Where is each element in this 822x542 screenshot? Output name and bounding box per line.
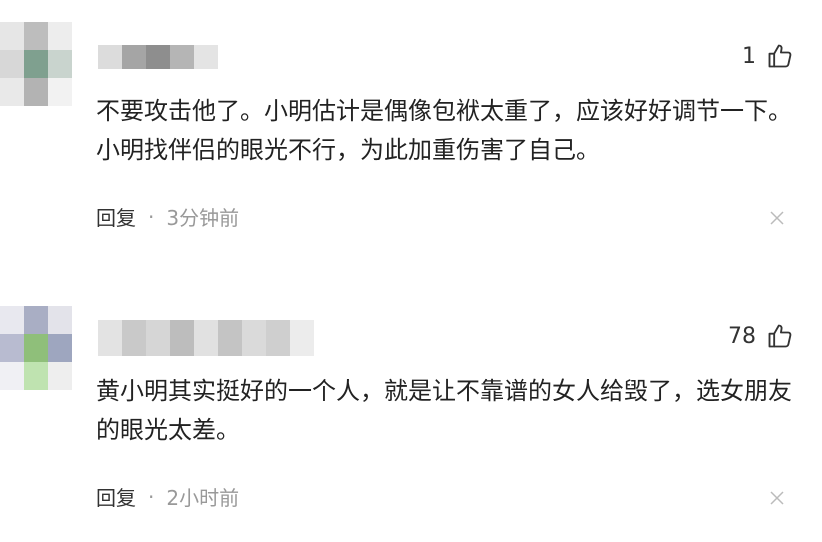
reply-button[interactable]: 回复 <box>96 482 136 511</box>
avatar[interactable] <box>0 22 72 106</box>
comment-item: 78 黄小明其实挺好的一个人，就是让不靠谱的女人给毁了，选女朋友的眼光太差。 回… <box>0 280 822 542</box>
avatar[interactable] <box>0 306 72 390</box>
username-blurred[interactable] <box>98 45 218 69</box>
close-icon[interactable] <box>768 489 786 507</box>
separator-dot: · <box>148 204 155 229</box>
timestamp: 2小时前 <box>166 486 240 510</box>
comment-item: 1 不要攻击他了。小明估计是偶像包袱太重了，应该好好调节一下。小明找伴侣的眼光不… <box>0 0 822 270</box>
comment-text: 不要攻击他了。小明估计是偶像包袱太重了，应该好好调节一下。小明找伴侣的眼光不行，… <box>96 97 792 164</box>
comment-text: 黄小明其实挺好的一个人，就是让不靠谱的女人给毁了，选女朋友的眼光太差。 <box>96 377 792 444</box>
thumbs-up-icon[interactable] <box>766 42 794 70</box>
reply-button[interactable]: 回复 <box>96 202 136 231</box>
like-count: 78 <box>728 323 756 349</box>
close-icon[interactable] <box>768 209 786 227</box>
like-area[interactable]: 1 <box>742 42 794 70</box>
comment-meta: 回复 · 2小时前 <box>96 482 239 511</box>
comment-meta: 回复 · 3分钟前 <box>96 202 239 231</box>
separator-dot: · <box>148 484 155 509</box>
timestamp: 3分钟前 <box>166 206 240 230</box>
like-count: 1 <box>742 43 756 69</box>
like-area[interactable]: 78 <box>728 322 794 350</box>
thumbs-up-icon[interactable] <box>766 322 794 350</box>
username-blurred[interactable] <box>98 320 314 356</box>
